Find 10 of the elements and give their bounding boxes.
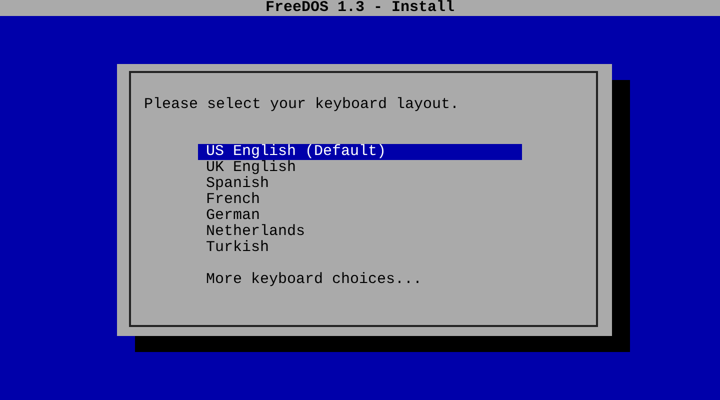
- prompt-text: Please select your keyboard layout.: [144, 97, 460, 113]
- keyboard-layout-option[interactable]: Turkish: [198, 240, 522, 256]
- keyboard-layout-option[interactable]: French: [198, 192, 522, 208]
- more-choices-option[interactable]: More keyboard choices...: [198, 272, 522, 288]
- keyboard-layout-option[interactable]: US English (Default): [198, 144, 522, 160]
- keyboard-layout-option[interactable]: UK English: [198, 160, 522, 176]
- keyboard-layout-option[interactable]: Netherlands: [198, 224, 522, 240]
- keyboard-layout-option[interactable]: Spanish: [198, 176, 522, 192]
- window-title: FreeDOS 1.3 - Install: [265, 0, 455, 16]
- keyboard-layout-option[interactable]: German: [198, 208, 522, 224]
